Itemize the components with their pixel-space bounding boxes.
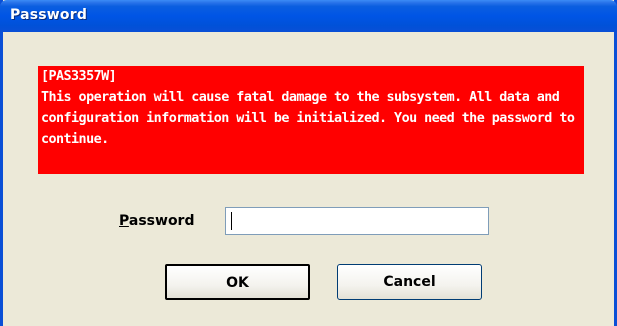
password-input[interactable]	[225, 207, 489, 235]
password-label-rest: assword	[128, 213, 195, 229]
warning-message: This operation will cause fatal damage t…	[41, 90, 575, 147]
password-label: Password	[119, 213, 194, 229]
warning-code: [PAS3357W]	[41, 69, 117, 84]
ok-button[interactable]: OK	[165, 264, 310, 300]
title-bar[interactable]: Password	[0, 0, 617, 32]
cancel-button[interactable]: Cancel	[337, 264, 482, 300]
password-dialog: Password [PAS3357W] This operation will …	[0, 0, 617, 326]
text-caret	[231, 212, 232, 230]
window-title: Password	[10, 7, 88, 23]
warning-banner: [PAS3357W] This operation will cause fat…	[38, 66, 584, 174]
password-label-accesskey: P	[119, 213, 129, 229]
